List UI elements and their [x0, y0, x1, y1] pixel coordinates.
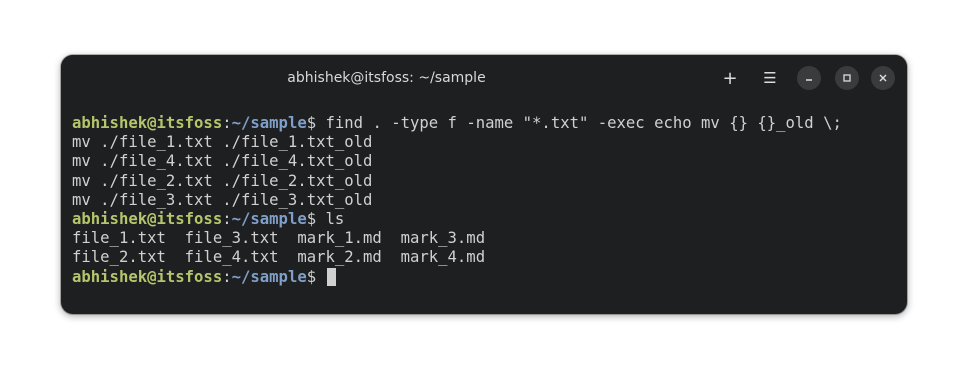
command-text	[316, 268, 325, 286]
prompt-symbol: $	[306, 114, 317, 132]
prompt-colon: :	[222, 209, 232, 228]
minimize-icon	[806, 79, 812, 81]
output-line: mv ./file_4.txt ./file_4.txt_old	[72, 152, 373, 171]
maximize-icon	[843, 74, 851, 82]
output-line: mv ./file_3.txt ./file_3.txt_old	[72, 190, 373, 209]
output-line: mv ./file_1.txt ./file_1.txt_old	[72, 133, 373, 152]
command-text: find . -type f -name "*.txt" -exec echo …	[316, 114, 842, 132]
window-title: abhishek@itsfoss: ~/sample	[287, 70, 486, 86]
text-cursor	[326, 267, 336, 286]
close-button[interactable]	[871, 66, 895, 90]
command-text: ls	[316, 209, 345, 228]
prompt-path: ~/sample	[231, 114, 307, 132]
prompt-line: abhishek@itsfoss:~/sample$ find . -type …	[72, 114, 899, 133]
prompt-line: abhishek@itsfoss:~/sample$ ls	[72, 210, 899, 229]
output-line: mv ./file_2.txt ./file_2.txt_old	[72, 171, 373, 190]
prompt-colon: :	[222, 114, 232, 132]
hamburger-menu-icon: ☰	[763, 69, 777, 87]
terminal-output[interactable]: abhishek@itsfoss:~/sample$ find . -type …	[72, 114, 899, 287]
prompt-user: abhishek@itsfoss	[72, 209, 223, 228]
terminal-window: abhishek@itsfoss: ~/sample + ☰ abhishek@…	[61, 55, 907, 314]
close-icon	[879, 74, 887, 82]
plus-icon: +	[722, 67, 738, 89]
prompt-symbol: $	[306, 209, 317, 228]
prompt-path: ~/sample	[231, 209, 307, 228]
menu-button[interactable]: ☰	[758, 66, 782, 90]
output-line: file_1.txt file_3.txt mark_1.md mark_3.m…	[72, 229, 486, 248]
prompt-user: abhishek@itsfoss	[72, 267, 223, 286]
prompt-user: abhishek@itsfoss	[72, 114, 223, 132]
prompt-path: ~/sample	[231, 267, 307, 286]
maximize-button[interactable]	[835, 66, 859, 90]
new-tab-button[interactable]: +	[718, 66, 742, 90]
prompt-colon: :	[222, 267, 232, 286]
output-line: file_2.txt file_4.txt mark_2.md mark_4.m…	[72, 248, 486, 267]
prompt-symbol: $	[306, 267, 317, 286]
prompt-line: abhishek@itsfoss:~/sample$	[72, 267, 899, 287]
minimize-button[interactable]	[797, 66, 821, 90]
titlebar[interactable]: abhishek@itsfoss: ~/sample + ☰	[61, 55, 907, 101]
